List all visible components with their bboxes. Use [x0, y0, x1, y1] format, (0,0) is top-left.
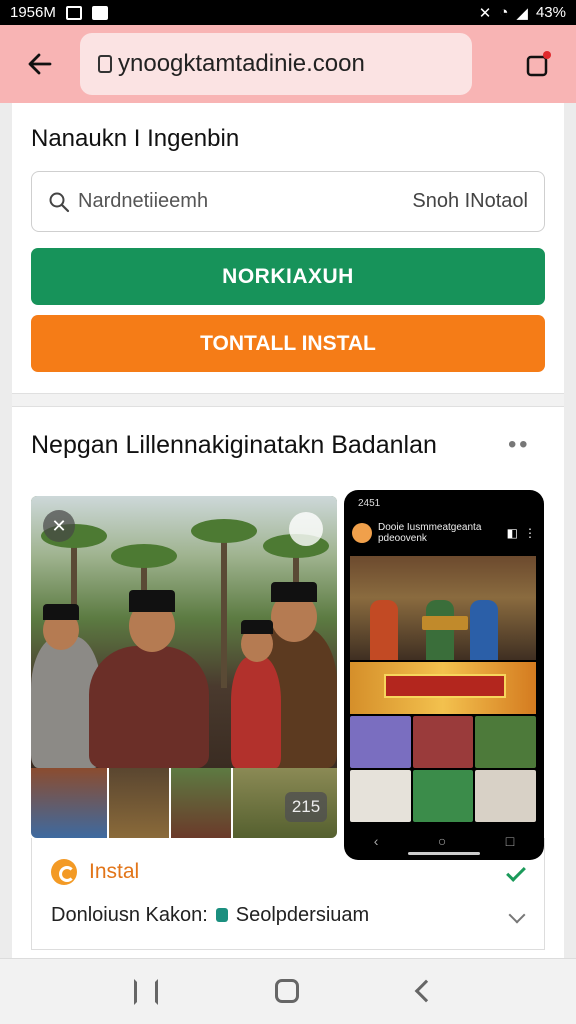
battery-level: 43% — [535, 4, 566, 21]
phone-hero-image — [350, 556, 536, 660]
back-button[interactable] — [0, 25, 80, 103]
arrow-left-icon — [28, 53, 52, 75]
overflow-menu-icon: ⋮ — [524, 526, 536, 540]
developer-row[interactable]: Donloiusn Kakon: Seolpdersiuam — [31, 898, 545, 932]
verified-icon — [215, 908, 228, 922]
home-button[interactable] — [275, 979, 299, 1003]
wifi-icon: ◔ — [499, 4, 509, 21]
search-input[interactable]: Nardnetiieemh Snoh INotaol — [31, 171, 545, 232]
signal-icon: ◢ — [516, 4, 528, 22]
system-nav-bar — [0, 958, 576, 1024]
palm-tree — [191, 519, 257, 688]
phone-status-time: 2451 — [358, 498, 381, 509]
address-bar[interactable]: ynoogktamtadinie.coon — [80, 33, 472, 95]
system-back-button[interactable] — [414, 979, 438, 1003]
dismiss-icon[interactable]: ✕ — [43, 510, 75, 542]
section-divider — [12, 393, 564, 407]
app-section-title: Nepgan Lillennakiginatakn Badanlan — [31, 431, 437, 459]
publisher-name: Seolpdersiuam — [235, 903, 370, 926]
install-row[interactable]: Instal — [31, 855, 545, 889]
photo-count-badge: 215 — [285, 792, 327, 822]
gallery-notification-icon — [65, 5, 82, 20]
photo-notification-icon — [91, 5, 108, 20]
search-right-label: Snoh INotaol — [412, 190, 528, 212]
rotate-icon[interactable] — [289, 512, 323, 546]
more-options-icon[interactable]: • • — [508, 431, 528, 459]
person-figure — [89, 590, 209, 768]
install-link[interactable]: Instal — [89, 860, 139, 884]
phone-preview[interactable]: 2451 Dooie Iusmmeatgeanta pdeoovenk ◧ ⋮ … — [344, 490, 544, 860]
person-figure — [231, 620, 281, 768]
search-icon — [49, 192, 70, 212]
lock-icon — [98, 55, 112, 73]
app-logo-icon — [352, 523, 372, 543]
thumbnail[interactable] — [109, 768, 169, 838]
mute-icon: ✕ — [478, 4, 492, 22]
tab-switcher-icon — [526, 51, 551, 77]
phone-thumbnail-grid — [350, 716, 536, 822]
phone-banner-image — [350, 662, 536, 714]
primary-action-button[interactable]: NORKIAXUH — [31, 248, 545, 305]
chevron-down-icon[interactable] — [508, 906, 526, 924]
tabs-button[interactable] — [500, 25, 576, 103]
thumbnail[interactable] — [31, 768, 107, 838]
recents-button[interactable] — [134, 979, 158, 1005]
url-text: ynoogktamtadinie.coon — [118, 50, 365, 77]
page-content: Nanaukn I Ingenbin Nardnetiieemh Snoh IN… — [12, 103, 564, 958]
share-icon: ◧ — [506, 526, 518, 540]
thumbnail[interactable] — [171, 768, 231, 838]
section-title: Nanaukn I Ingenbin — [31, 125, 240, 152]
status-bar: 1956M ✕ ◔ ◢ 43% — [0, 0, 576, 25]
phone-app-name: Dooie Iusmmeatgeanta pdeoovenk — [378, 522, 482, 544]
install-icon — [51, 859, 77, 885]
developer-label: Donloiusn Kakon: — [51, 903, 208, 926]
gallery-photo[interactable]: ✕ 215 — [31, 496, 337, 838]
status-time: 1956M — [10, 4, 56, 21]
check-icon — [506, 862, 526, 882]
install-all-button[interactable]: TONTALL INSTAL — [31, 315, 545, 372]
phone-app-bar: Dooie Iusmmeatgeanta pdeoovenk ◧ ⋮ — [352, 520, 536, 546]
browser-toolbar: ynoogktamtadinie.coon — [0, 25, 576, 103]
search-placeholder: Nardnetiieemh — [78, 190, 209, 212]
